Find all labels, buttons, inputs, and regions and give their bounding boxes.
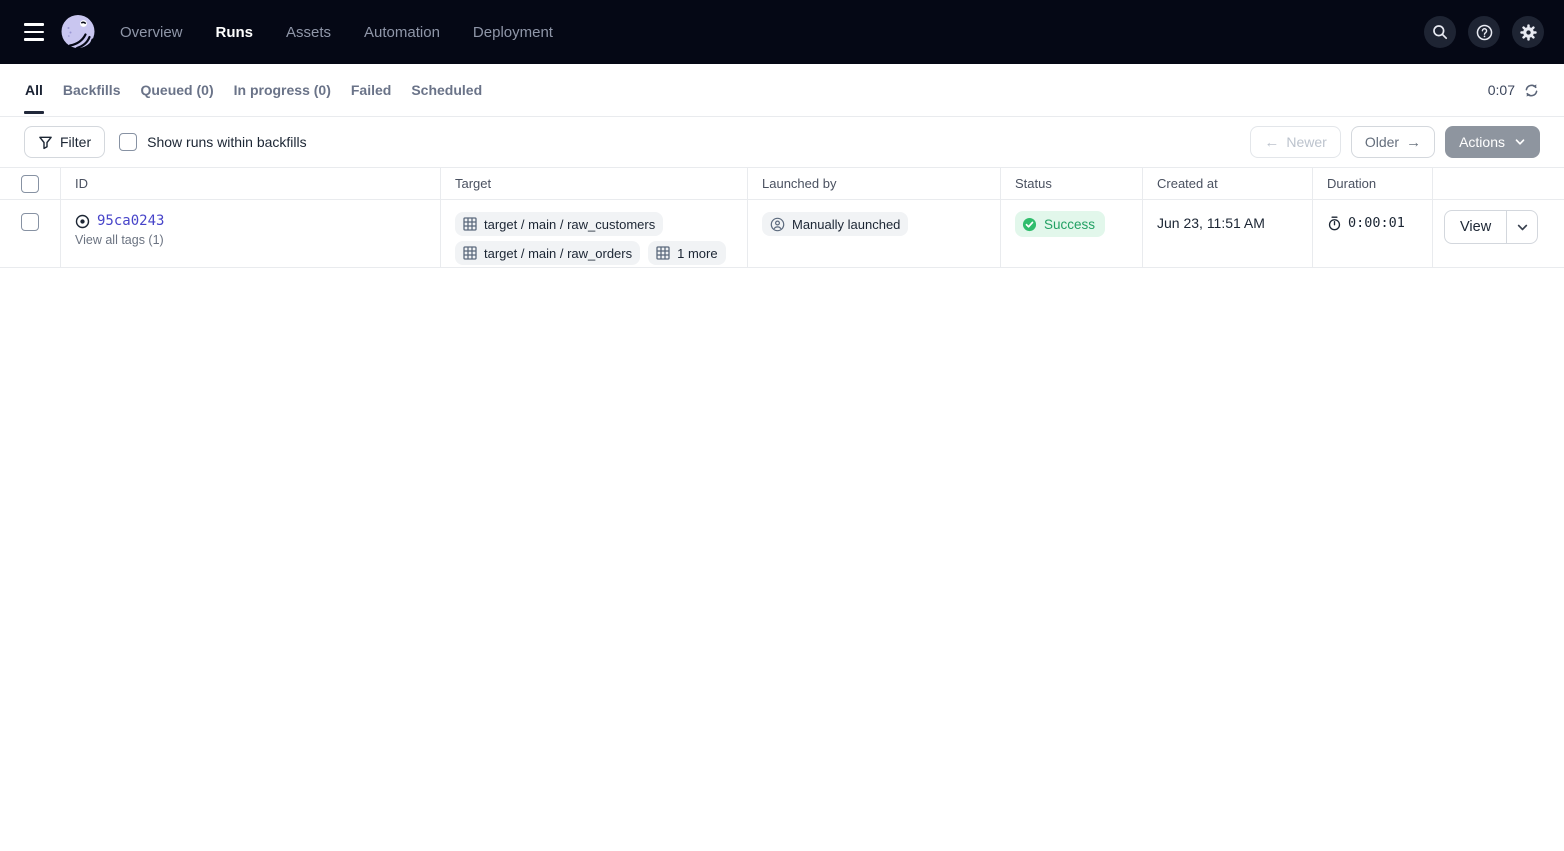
main-nav: Overview Runs Assets Automation Deployme… <box>120 24 553 41</box>
tab-backfills[interactable]: Backfills <box>62 64 122 116</box>
duration-value: 0:00:01 <box>1348 215 1405 231</box>
runs-toolbar: Filter Show runs within backfills ← Newe… <box>0 117 1564 168</box>
col-header-duration: Duration <box>1312 168 1432 199</box>
table-grid-icon <box>463 217 477 231</box>
runs-tab-bar: All Backfills Queued (0) In progress (0)… <box>0 64 1564 117</box>
hamburger-menu-icon[interactable] <box>14 12 54 52</box>
table-grid-icon <box>463 246 477 260</box>
settings-icon[interactable] <box>1512 16 1544 48</box>
newer-button-label: Newer <box>1286 134 1326 150</box>
tab-failed[interactable]: Failed <box>350 64 392 116</box>
nav-item-overview[interactable]: Overview <box>120 24 183 41</box>
filter-button[interactable]: Filter <box>24 126 105 158</box>
actions-button[interactable]: Actions <box>1445 126 1540 158</box>
run-status-target-icon <box>75 214 90 229</box>
view-all-tags-link[interactable]: View all tags (1) <box>75 233 164 247</box>
filter-button-label: Filter <box>60 134 91 150</box>
dagster-logo-icon[interactable] <box>58 12 98 52</box>
view-run-button[interactable]: View <box>1445 211 1506 243</box>
search-icon[interactable] <box>1424 16 1456 48</box>
asset-tag-label: target / main / raw_orders <box>484 246 632 261</box>
col-header-status: Status <box>1000 168 1142 199</box>
launched-by-tag[interactable]: Manually launched <box>762 212 908 236</box>
col-header-target: Target <box>440 168 747 199</box>
run-row: 95ca0243 View all tags (1) target / main… <box>0 200 1564 268</box>
stopwatch-icon <box>1327 216 1342 231</box>
col-header-created-at: Created at <box>1142 168 1312 199</box>
refresh-countdown: 0:07 <box>1488 82 1515 98</box>
older-button[interactable]: Older → <box>1351 126 1435 158</box>
tabs: All Backfills Queued (0) In progress (0)… <box>24 64 483 116</box>
help-icon[interactable] <box>1468 16 1500 48</box>
chevron-down-icon <box>1516 221 1529 234</box>
dagster-runs-page: Overview Runs Assets Automation Deployme… <box>0 0 1564 851</box>
asset-tag-label: target / main / raw_customers <box>484 217 655 232</box>
user-icon <box>770 217 785 232</box>
filter-funnel-icon <box>38 135 53 150</box>
tab-all[interactable]: All <box>24 64 44 116</box>
col-header-launched-by: Launched by <box>747 168 1000 199</box>
tab-scheduled[interactable]: Scheduled <box>410 64 483 116</box>
nav-item-deployment[interactable]: Deployment <box>473 24 553 41</box>
show-backfills-checkbox[interactable] <box>119 133 137 151</box>
refresh-icon[interactable] <box>1523 82 1540 99</box>
tab-in-progress[interactable]: In progress (0) <box>233 64 332 116</box>
chevron-down-icon <box>1514 136 1526 148</box>
arrow-left-icon: ← <box>1264 134 1279 151</box>
target-cell: target / main / raw_customers target / m… <box>440 200 747 267</box>
more-assets-tag[interactable]: 1 more <box>648 241 725 265</box>
launched-by-label: Manually launched <box>792 217 900 232</box>
status-cell: Success <box>1000 200 1142 267</box>
older-button-label: Older <box>1365 134 1399 150</box>
more-assets-label: 1 more <box>677 246 717 261</box>
nav-item-automation[interactable]: Automation <box>364 24 440 41</box>
created-at-cell: Jun 23, 11:51 AM <box>1142 200 1312 267</box>
newer-button[interactable]: ← Newer <box>1250 126 1340 158</box>
octopus-logo <box>58 12 98 52</box>
view-run-dropdown-button[interactable] <box>1506 211 1537 243</box>
show-backfills-label[interactable]: Show runs within backfills <box>147 134 307 150</box>
select-all-checkbox[interactable] <box>21 175 39 193</box>
asset-tag[interactable]: target / main / raw_customers <box>455 212 663 236</box>
actions-button-label: Actions <box>1459 134 1505 150</box>
row-actions-cell: View <box>1432 200 1564 267</box>
asset-tag[interactable]: target / main / raw_orders <box>455 241 640 265</box>
top-navigation: Overview Runs Assets Automation Deployme… <box>0 0 1564 64</box>
col-header-actions <box>1432 168 1564 199</box>
run-id-link[interactable]: 95ca0243 <box>97 213 164 229</box>
check-circle-icon <box>1022 217 1037 232</box>
nav-item-runs[interactable]: Runs <box>216 24 254 41</box>
nav-icon-group <box>1424 16 1544 48</box>
table-grid-icon <box>656 246 670 260</box>
run-id-cell: 95ca0243 View all tags (1) <box>60 200 440 267</box>
tab-queued[interactable]: Queued (0) <box>139 64 214 116</box>
col-header-id: ID <box>60 168 440 199</box>
nav-item-assets[interactable]: Assets <box>286 24 331 41</box>
status-label: Success <box>1044 217 1095 232</box>
duration-cell: 0:00:01 <box>1312 200 1432 267</box>
arrow-right-icon: → <box>1406 134 1421 151</box>
status-badge: Success <box>1015 211 1105 237</box>
row-checkbox[interactable] <box>21 213 39 231</box>
launched-by-cell: Manually launched <box>747 200 1000 267</box>
runs-table-header: ID Target Launched by Status Created at … <box>0 168 1564 200</box>
